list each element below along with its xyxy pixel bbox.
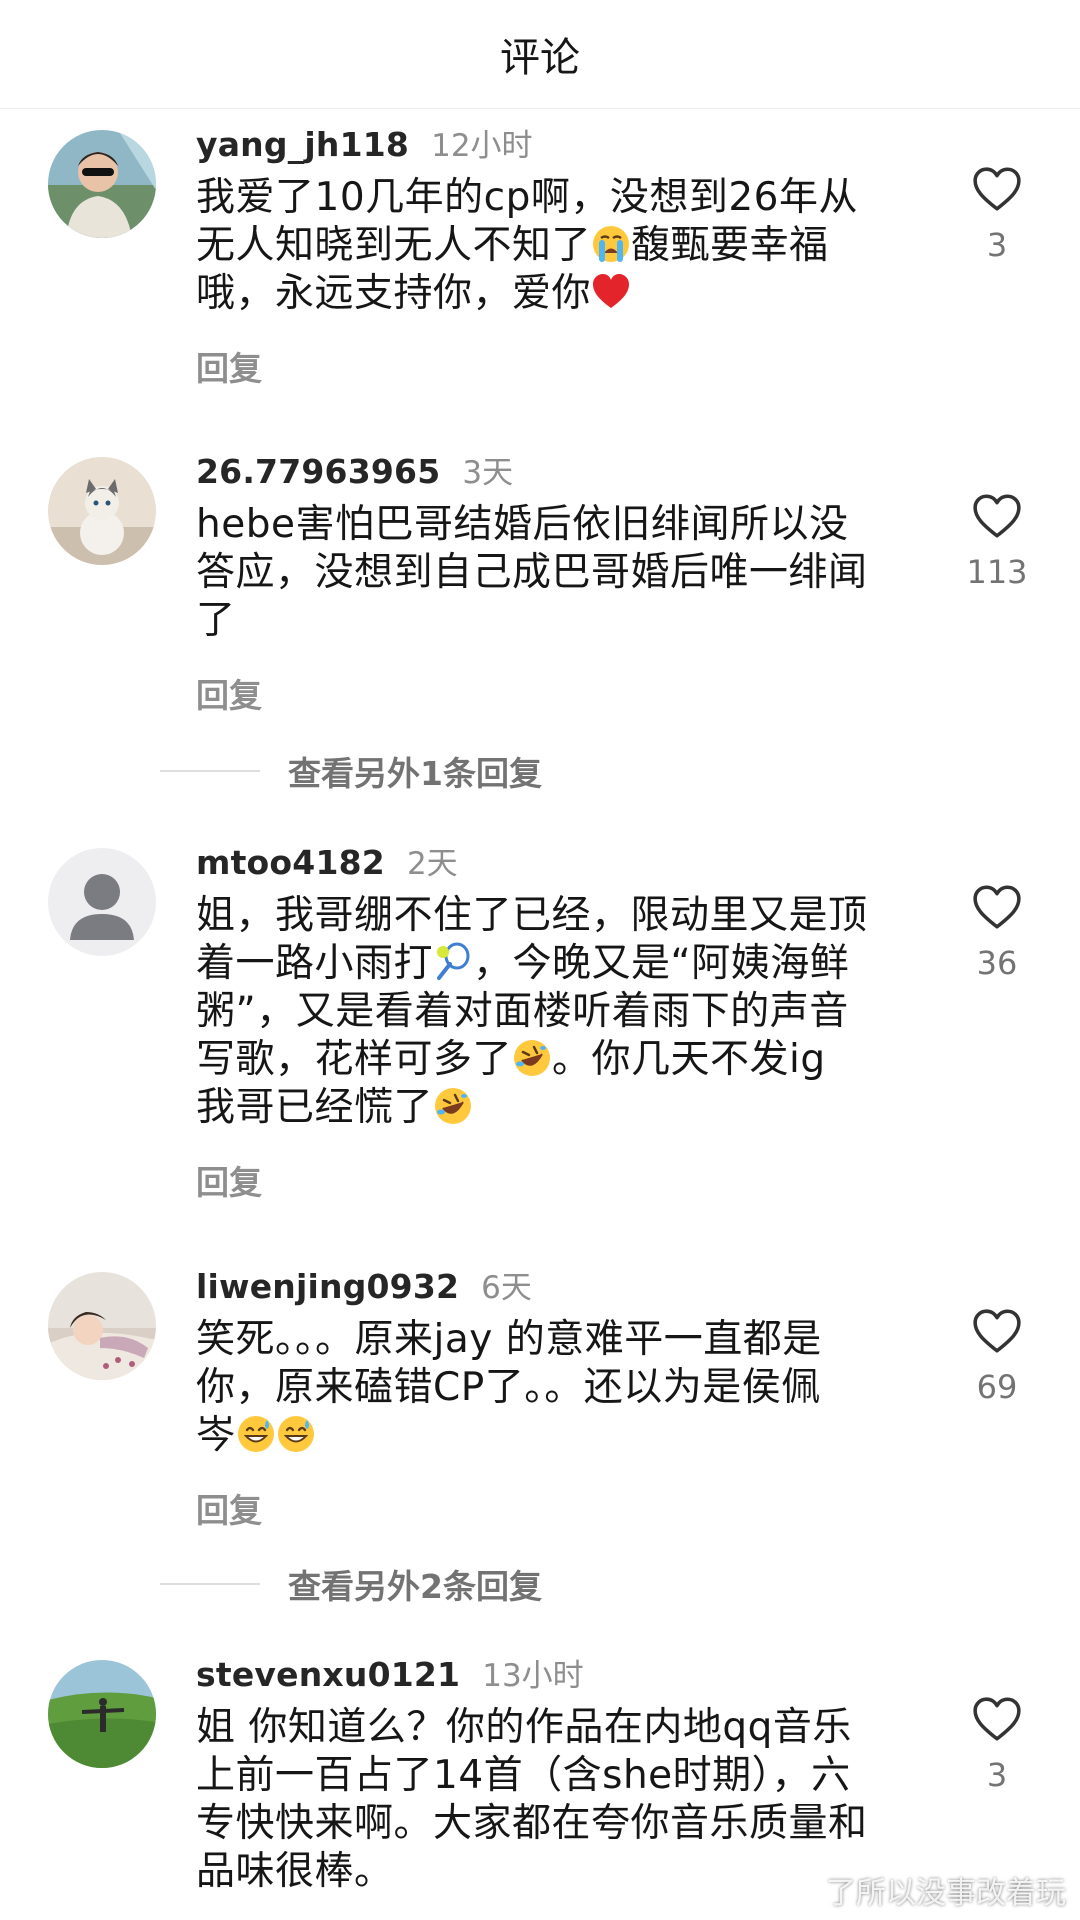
heart-outline-icon	[972, 493, 1022, 539]
like-count: 113	[966, 553, 1028, 591]
comment-meta: stevenxu0121 13小时	[196, 1650, 584, 1694]
reply-button[interactable]: 回复	[196, 1156, 262, 1204]
comment-text: 姐，我哥绷不住了已经，限动里又是顶 着一路小雨打 ，今晚又是“阿姨海鲜 粥”，又是…	[196, 892, 916, 1132]
username[interactable]: stevenxu0121	[196, 1655, 460, 1694]
comment-text: 我爱了10几年的cp啊，没想到26年从 无人知晓到无人不知了 馥甄要幸福 哦，永远…	[196, 174, 916, 318]
comment-meta: mtoo4182 2天	[196, 838, 458, 882]
avatar[interactable]	[48, 457, 156, 565]
view-more-replies-button[interactable]: 查看另外1条回复	[160, 747, 542, 795]
comments-header: 评论	[0, 0, 1080, 109]
avatar[interactable]	[48, 130, 156, 238]
grinning-face-with-sweat-emoji	[236, 1414, 276, 1454]
avatar[interactable]	[48, 848, 156, 956]
view-more-replies-button[interactable]: 查看另外2条回复	[160, 1560, 542, 1608]
comment-text-part: 姐 你知道么？你的作品在内地qq音乐 上前一百占了14首（含she时期），六 专…	[196, 1705, 868, 1894]
like-count: 36	[976, 944, 1018, 982]
heart-outline-icon	[972, 1308, 1022, 1354]
timestamp: 13小时	[482, 1658, 584, 1694]
like-button[interactable]: 113	[962, 493, 1032, 591]
watermark: 了所以没事改着玩	[826, 1876, 1066, 1911]
tennis-emoji	[437, 942, 470, 980]
reply-button[interactable]: 回复	[196, 669, 262, 717]
view-more-replies-label: 查看另外1条回复	[288, 754, 542, 793]
comment-text: 笑死。。。原来jay 的意难平一直都是 你，原来磕错CP了。。还以为是侯佩 岑	[196, 1316, 916, 1460]
heart-outline-icon	[972, 884, 1022, 930]
like-button[interactable]: 36	[962, 884, 1032, 982]
timestamp: 6天	[481, 1270, 532, 1306]
timestamp: 2天	[406, 846, 458, 882]
username[interactable]: 26.77963965	[196, 452, 440, 491]
divider	[160, 770, 260, 772]
heart-outline-icon	[972, 166, 1022, 212]
comment-meta: liwenjing0932 6天	[196, 1262, 532, 1306]
comment-text: hebe害怕巴哥结婚后依旧绯闻所以没 答应，没想到自己成巴哥婚后唯一绯闻 了	[196, 501, 916, 645]
username[interactable]: mtoo4182	[196, 843, 385, 882]
like-button[interactable]: 3	[962, 1696, 1032, 1794]
comment-text: 姐 你知道么？你的作品在内地qq音乐 上前一百占了14首（含she时期），六 专…	[196, 1704, 916, 1896]
avatar[interactable]	[48, 1272, 156, 1380]
like-button[interactable]: 69	[962, 1308, 1032, 1406]
like-count: 69	[976, 1368, 1018, 1406]
avatar[interactable]	[48, 1660, 156, 1768]
page-title: 评论	[500, 35, 580, 81]
username[interactable]: yang_jh118	[196, 125, 409, 164]
comment-text-part: hebe害怕巴哥结婚后依旧绯闻所以没 答应，没想到自己成巴哥婚后唯一绯闻 了	[196, 502, 868, 643]
rolling-on-floor-laughing-emoji	[512, 1038, 552, 1078]
grinning-face-with-sweat-emoji	[276, 1414, 316, 1454]
rolling-on-floor-laughing-emoji	[433, 1086, 473, 1126]
comment-meta: yang_jh118 12小时	[196, 120, 533, 164]
heart-outline-icon	[972, 1696, 1022, 1742]
timestamp: 12小时	[431, 128, 533, 164]
username[interactable]: liwenjing0932	[196, 1267, 459, 1306]
view-more-replies-label: 查看另外2条回复	[288, 1567, 542, 1606]
like-count: 3	[986, 1756, 1008, 1794]
like-button[interactable]: 3	[962, 166, 1032, 264]
comment-meta: 26.77963965 3天	[196, 447, 513, 491]
like-count: 3	[986, 226, 1008, 264]
reply-button[interactable]: 回复	[196, 1484, 262, 1532]
divider	[160, 1583, 260, 1585]
loudly-crying-face-emoji	[593, 226, 630, 262]
reply-button[interactable]: 回复	[196, 342, 262, 390]
timestamp: 3天	[462, 455, 514, 491]
red-heart-emoji	[593, 274, 630, 308]
